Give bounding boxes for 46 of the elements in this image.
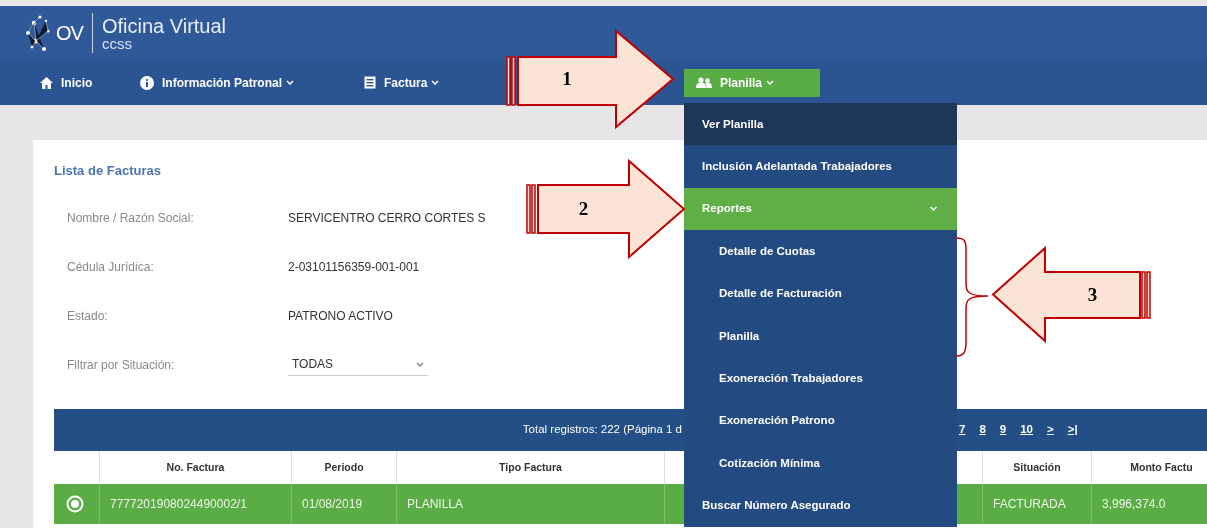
menu-item[interactable]: Buscar Número Asegurado <box>684 484 957 527</box>
record-count: Total registros: 222 (Página 1 d <box>521 422 683 438</box>
caret-icon <box>928 206 939 212</box>
network-dots-icon <box>24 13 52 53</box>
field-label: Estado: <box>66 307 109 325</box>
field-value: PATRONO ACTIVO <box>288 307 393 325</box>
nav-item[interactable]: Información Patronal <box>128 68 338 97</box>
submenu-item[interactable]: Cotización Mínima <box>684 442 957 485</box>
submenu-item[interactable]: Exoneración Patrono <box>684 399 957 443</box>
people-icon <box>696 77 712 88</box>
callout-number: 1 <box>562 68 572 89</box>
site-title: Oficina Virtual <box>101 15 227 36</box>
submenu-item[interactable]: Planilla <box>684 314 957 358</box>
page-link[interactable]: > <box>1047 421 1054 439</box>
field-label: Filtrar por Situación: <box>66 356 176 374</box>
card-title: Lista de Facturas <box>54 163 161 178</box>
page-link[interactable]: 7 <box>959 421 966 439</box>
submenu-item[interactable]: Exoneración Trabajadores <box>684 357 957 400</box>
site-subtitle: ccss <box>101 35 133 51</box>
table-cell: 01/08/2019 <box>292 484 397 524</box>
caret-icon <box>416 361 424 367</box>
home-icon <box>40 76 53 89</box>
menu-item[interactable]: Ver Planilla <box>684 103 957 146</box>
callout-number: 2 <box>578 198 589 219</box>
table-cell: 3,996,374.0 <box>1092 484 1207 524</box>
page-link[interactable]: 10 <box>1020 421 1033 439</box>
nav-item[interactable]: Factura <box>352 68 467 97</box>
menu-item[interactable]: Inclusión Adelantada Trabajadores <box>684 145 957 188</box>
table-cell: 7777201908024490002/1 <box>100 484 292 524</box>
nav-item[interactable]: Inicio <box>28 68 108 97</box>
radio-button[interactable] <box>66 495 84 513</box>
table-cell: PLANILLA <box>397 484 665 524</box>
page-link[interactable]: >| <box>1067 421 1078 439</box>
table-cell: FACTURADA <box>983 484 1092 524</box>
page-link[interactable]: 9 <box>999 421 1007 439</box>
submenu-item[interactable]: Detalle de Cuotas <box>684 230 957 273</box>
info-icon <box>140 75 154 90</box>
logo-text: OV <box>56 23 83 43</box>
submenu-item[interactable]: Detalle de Facturación <box>684 272 957 315</box>
field-value: 2-03101156359-001-001 <box>288 258 420 276</box>
callout-number: 3 <box>1087 283 1098 305</box>
page-link[interactable]: 8 <box>979 421 986 439</box>
document-icon <box>364 76 376 89</box>
field-value: SERVICENTRO CERRO CORTES S <box>288 209 486 227</box>
field-label: Cédula Jurídica: <box>66 258 155 276</box>
field-label: Nombre / Razón Social: <box>66 209 195 227</box>
